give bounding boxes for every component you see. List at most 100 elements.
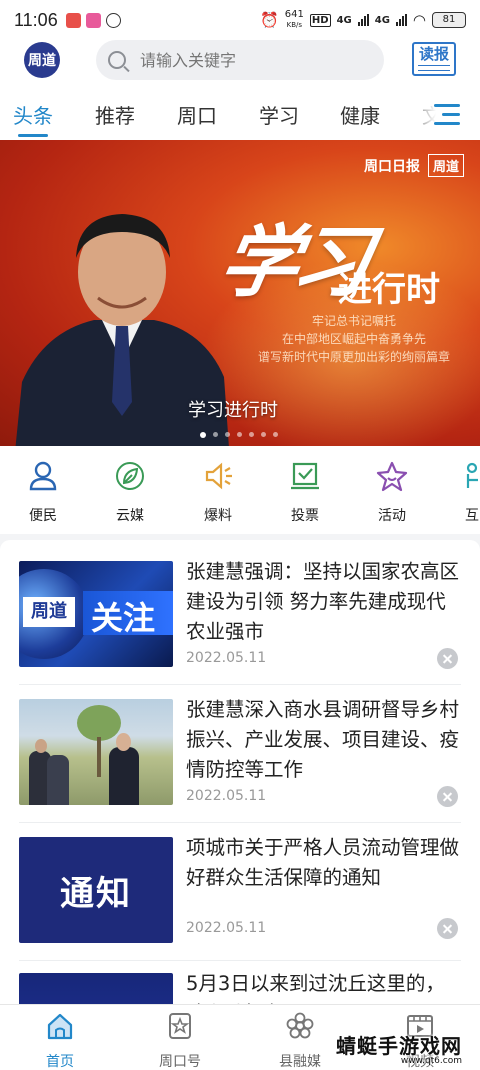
service-shortcuts: 便民 云媒 爆料 投票 活动 互 xyxy=(0,446,480,534)
news-item[interactable]: 周道 关注 张建慧强调：坚持以国家农高区建设为引领 努力率先建成现代农业强市 2… xyxy=(0,540,480,678)
carousel-dot[interactable] xyxy=(273,432,278,437)
tab-zhoukou[interactable]: 周口 xyxy=(177,100,217,129)
carousel-dot[interactable] xyxy=(237,432,242,437)
thumb-trunk xyxy=(97,737,101,777)
speed-value: 641 xyxy=(284,9,304,20)
network-label: 4G xyxy=(336,14,352,26)
flower-icon xyxy=(286,1012,314,1039)
battery-icon: 81 xyxy=(432,12,466,28)
service-label: 爆料 xyxy=(204,508,232,524)
network-label: 4G xyxy=(374,14,390,26)
tab-headlines[interactable]: 头条 xyxy=(13,100,53,129)
nav-home[interactable]: 首页 xyxy=(20,1011,100,1070)
close-icon[interactable] xyxy=(437,648,458,669)
news-date: 2022.05.11 xyxy=(186,920,267,936)
people-icon xyxy=(466,462,478,488)
service-interact[interactable]: 互 xyxy=(442,460,480,525)
service-label: 活动 xyxy=(378,508,406,524)
service-activity[interactable]: 活动 xyxy=(362,460,422,525)
menu-icon[interactable] xyxy=(434,104,460,126)
banner-brand: 周口日报 周道 xyxy=(364,154,464,177)
newspaper-brand: 周口日报 xyxy=(363,158,420,175)
carousel-dot[interactable] xyxy=(249,432,254,437)
speaker-icon xyxy=(205,462,232,490)
news-item[interactable]: 张建慧深入商水县调研督导乡村振兴、产业发展、项目建设、疫情防控等工作 2022.… xyxy=(0,678,480,816)
carousel-dots[interactable] xyxy=(200,432,278,438)
top-header: 周道 读报 xyxy=(0,40,480,90)
nav-label: 县融媒 xyxy=(279,1054,321,1070)
tab-study[interactable]: 学习 xyxy=(259,100,299,129)
tab-recommend[interactable]: 推荐 xyxy=(95,100,135,129)
read-newspaper-label: 读报 xyxy=(418,45,449,63)
service-report[interactable]: 爆料 xyxy=(188,460,248,525)
thumb-title: 关注 xyxy=(91,599,156,637)
service-label: 云媒 xyxy=(116,508,144,524)
ballot-icon xyxy=(291,462,319,490)
close-icon[interactable] xyxy=(437,918,458,939)
carousel-dot[interactable] xyxy=(200,432,206,438)
news-feed: 周道 关注 张建慧强调：坚持以国家农高区建设为引领 努力率先建成现代农业强市 2… xyxy=(0,540,480,1010)
news-title[interactable]: 张建慧深入商水县调研督导乡村振兴、产业发展、项目建设、疫情防控等工作 xyxy=(186,695,462,785)
thumb-tree xyxy=(77,705,121,741)
star-icon xyxy=(376,461,408,492)
speed-unit: KB/s xyxy=(286,21,303,29)
search-input[interactable] xyxy=(140,50,360,70)
hero-banner[interactable]: 周口日报 周道 学习 进行时 牢记总书记嘱托 在中部地区崛起中奋勇争先 谱写新时… xyxy=(0,140,480,446)
carousel-dot[interactable] xyxy=(213,432,218,437)
thumb-logo: 周道 xyxy=(23,597,75,627)
thumb-title: 通知 xyxy=(60,873,132,914)
tagline-line: 牢记总书记嘱托 xyxy=(312,314,397,328)
leaf-icon xyxy=(116,462,144,490)
banner-caption: 学习进行时 xyxy=(188,400,278,421)
carousel-dot[interactable] xyxy=(261,432,266,437)
active-tab-indicator xyxy=(18,134,48,137)
home-icon xyxy=(47,1013,73,1040)
news-title[interactable]: 张建慧强调：坚持以国家农高区建设为引领 努力率先建成现代农业强市 xyxy=(186,557,462,647)
news-thumbnail xyxy=(19,699,173,805)
service-cloud-media[interactable]: 云媒 xyxy=(100,460,160,525)
news-item[interactable]: 通知 项城市关于严格人员流动管理做好群众生活保障的通知 2022.05.11 xyxy=(0,816,480,954)
status-indicators: ⏰ 641 KB/s HD 4G 4G ◠ 81 xyxy=(260,10,466,30)
service-label: 互 xyxy=(465,508,479,524)
hd-icon: HD xyxy=(309,13,331,27)
notification-icon xyxy=(85,12,101,28)
nav-county-media[interactable]: 县融媒 xyxy=(260,1011,340,1070)
signal-icon xyxy=(357,14,369,26)
thumb-person xyxy=(47,755,69,805)
person-icon xyxy=(29,461,57,491)
notification-icon xyxy=(65,12,81,28)
service-convenience[interactable]: 便民 xyxy=(13,460,73,525)
service-label: 便民 xyxy=(29,508,57,524)
carousel-dot[interactable] xyxy=(225,432,230,437)
news-thumbnail: 通知 xyxy=(19,837,173,943)
app-logo[interactable]: 周道 xyxy=(24,42,60,78)
news-item[interactable]: 5月3日以来到过沈丘这里的，请主动报备！ xyxy=(0,952,480,1010)
news-title[interactable]: 项城市关于严格人员流动管理做好群众生活保障的通知 xyxy=(186,833,462,893)
thumb-face xyxy=(35,739,47,753)
status-bar: 11:06 ⏰ 641 KB/s HD 4G 4G ◠ 81 xyxy=(0,0,480,40)
watermark-text: 蜻蜓手游戏网 xyxy=(336,1034,462,1058)
news-date: 2022.05.11 xyxy=(186,788,267,804)
news-date: 2022.05.11 xyxy=(186,650,267,666)
service-vote[interactable]: 投票 xyxy=(275,460,335,525)
tagline-line: 谱写新时代中原更加出彩的绚丽篇章 xyxy=(258,350,451,364)
banner-headline-sub: 进行时 xyxy=(338,270,440,310)
channel-tabs: 头条 推荐 周口 学习 健康 文 xyxy=(0,90,480,140)
nav-label: 周口号 xyxy=(159,1054,201,1070)
app-screen: 11:06 ⏰ 641 KB/s HD 4G 4G ◠ 81 周道 读报 xyxy=(0,0,480,1070)
search-bar[interactable] xyxy=(96,40,384,80)
status-time: 11:06 xyxy=(14,9,58,30)
news-thumbnail: 周道 关注 xyxy=(19,561,173,667)
read-newspaper-button[interactable]: 读报 xyxy=(412,42,456,76)
notification-icon xyxy=(105,12,121,28)
banner-tagline: 牢记总书记嘱托 在中部地区崛起中奋勇争先 谱写新时代中原更加出彩的绚丽篇章 xyxy=(258,312,450,366)
close-icon[interactable] xyxy=(437,786,458,807)
thumb-person xyxy=(109,747,139,805)
tab-health[interactable]: 健康 xyxy=(340,100,380,129)
speed-readout: 641 KB/s xyxy=(285,10,304,30)
site-watermark: 蜻蜓手游戏网 www.qt6.com xyxy=(336,1030,462,1066)
nav-zhoukou-account[interactable]: 周口号 xyxy=(140,1011,220,1070)
service-label: 投票 xyxy=(291,508,319,524)
newspaper-icon xyxy=(418,65,450,71)
nav-label: 首页 xyxy=(46,1054,74,1070)
